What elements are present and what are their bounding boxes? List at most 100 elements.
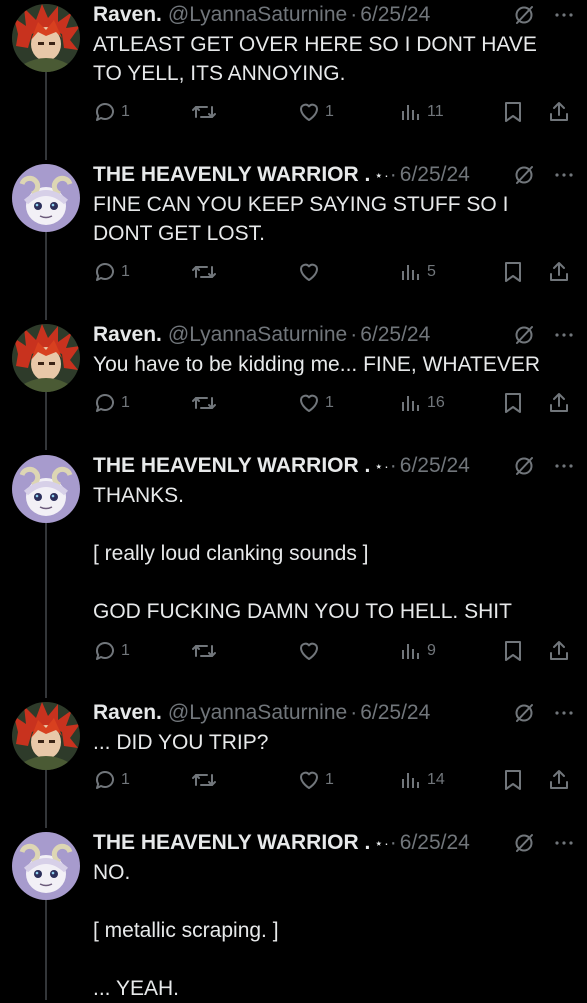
timestamp[interactable]: 6/25/24 [400,163,470,187]
bookmark-icon [501,768,525,792]
timestamp[interactable]: 6/25/24 [360,701,430,725]
reply-button[interactable]: 1 [93,100,130,124]
avatar[interactable] [12,455,80,523]
grok-icon[interactable] [513,324,535,346]
retweet-button[interactable] [191,639,221,663]
display-name[interactable]: Raven. [93,3,162,27]
timestamp[interactable]: 6/25/24 [360,3,430,27]
timestamp[interactable]: 6/25/24 [400,831,470,855]
reply-count: 1 [121,771,130,788]
views-icon [399,639,423,663]
handle[interactable]: @LyannaSaturnine [168,3,347,27]
reply-button[interactable]: 1 [93,260,130,284]
bookmark-button[interactable] [501,768,525,792]
tweet-text: ATLEAST GET OVER HERE SO I DONT HAVE TO … [93,33,537,85]
views-button[interactable]: 16 [399,391,445,415]
retweet-button[interactable] [191,260,221,284]
avatar[interactable] [12,702,80,770]
share-button[interactable] [547,260,571,284]
avatar[interactable] [12,164,80,232]
share-button[interactable] [547,768,571,792]
grok-icon[interactable] [513,4,535,26]
retweet-icon [191,768,217,792]
reply-button[interactable]: 1 [93,391,130,415]
reply-button[interactable]: 1 [93,768,130,792]
more-icon[interactable] [553,455,575,477]
like-button[interactable] [297,260,325,284]
views-button[interactable]: 11 [399,100,444,124]
like-count: 1 [325,394,334,411]
tweet[interactable]: Raven. @LyannaSaturnine · 6/25/24 ATLEAS… [0,0,587,160]
views-button[interactable]: 5 [399,260,436,284]
share-icon [547,260,571,284]
retweet-button[interactable] [191,100,221,124]
thread-line [45,523,47,698]
tweet-header: THE HEAVENLY WARRIOR . ⋆· · 6/25/24 [93,451,575,481]
views-button[interactable]: 14 [399,768,445,792]
grok-icon[interactable] [513,832,535,854]
retweet-icon [191,260,217,284]
more-icon[interactable] [553,832,575,854]
reply-button[interactable]: 1 [93,639,130,663]
retweet-icon [191,100,217,124]
bookmark-icon [501,639,525,663]
tweet[interactable]: Raven. @LyannaSaturnine · 6/25/24 ... DI… [0,698,587,828]
tweet-header: Raven. @LyannaSaturnine · 6/25/24 [93,0,575,30]
share-button[interactable] [547,100,571,124]
bookmark-button[interactable] [501,260,525,284]
separator: · [389,831,397,854]
like-button[interactable]: 1 [297,100,334,124]
reply-count: 1 [121,642,130,659]
more-icon[interactable] [553,164,575,186]
bookmark-button[interactable] [501,639,525,663]
tweet[interactable]: THE HEAVENLY WARRIOR . ⋆· · 6/25/24 NO. … [0,828,587,1000]
heart-icon [297,391,321,415]
tweet[interactable]: THE HEAVENLY WARRIOR . ⋆· · 6/25/24 FINE… [0,160,587,320]
display-name[interactable]: THE HEAVENLY WARRIOR . [93,454,370,478]
handle[interactable]: @LyannaSaturnine [168,701,347,725]
bookmark-button[interactable] [501,100,525,124]
like-button[interactable]: 1 [297,768,334,792]
retweet-icon [191,639,217,663]
tweet-header: Raven. @LyannaSaturnine · 6/25/24 [93,698,575,728]
bookmark-button[interactable] [501,391,525,415]
retweet-button[interactable] [191,768,221,792]
views-icon [399,100,423,124]
timestamp[interactable]: 6/25/24 [400,454,470,478]
handle[interactable]: @LyannaSaturnine [168,323,347,347]
more-icon[interactable] [553,324,575,346]
share-button[interactable] [547,391,571,415]
grok-icon[interactable] [513,455,535,477]
timestamp[interactable]: 6/25/24 [360,323,430,347]
view-count: 11 [427,103,444,120]
reply-count: 1 [121,263,130,280]
share-icon [547,768,571,792]
tweet[interactable]: THE HEAVENLY WARRIOR . ⋆· · 6/25/24 THAN… [0,451,587,698]
display-name[interactable]: THE HEAVENLY WARRIOR . [93,163,370,187]
avatar[interactable] [12,324,80,392]
thread-line [45,72,47,160]
display-name[interactable]: Raven. [93,701,162,725]
grok-icon[interactable] [513,702,535,724]
views-button[interactable]: 9 [399,639,436,663]
like-button[interactable]: 1 [297,391,334,415]
like-button[interactable] [297,639,325,663]
more-icon[interactable] [553,702,575,724]
avatar[interactable] [12,832,80,900]
tweet-header: Raven. @LyannaSaturnine · 6/25/24 [93,320,575,350]
thread-line [45,392,47,450]
display-name[interactable]: Raven. [93,323,162,347]
retweet-button[interactable] [191,391,221,415]
views-icon [399,391,423,415]
tweet[interactable]: Raven. @LyannaSaturnine · 6/25/24 You ha… [0,320,587,450]
more-icon[interactable] [553,4,575,26]
share-icon [547,639,571,663]
display-name[interactable]: THE HEAVENLY WARRIOR . [93,831,370,855]
name-emoji: ⋆· [374,166,390,183]
share-button[interactable] [547,639,571,663]
action-bar: 1 1 14 [93,765,573,795]
like-count: 1 [325,103,334,120]
grok-icon[interactable] [513,164,535,186]
separator: · [350,323,358,346]
avatar[interactable] [12,4,80,72]
